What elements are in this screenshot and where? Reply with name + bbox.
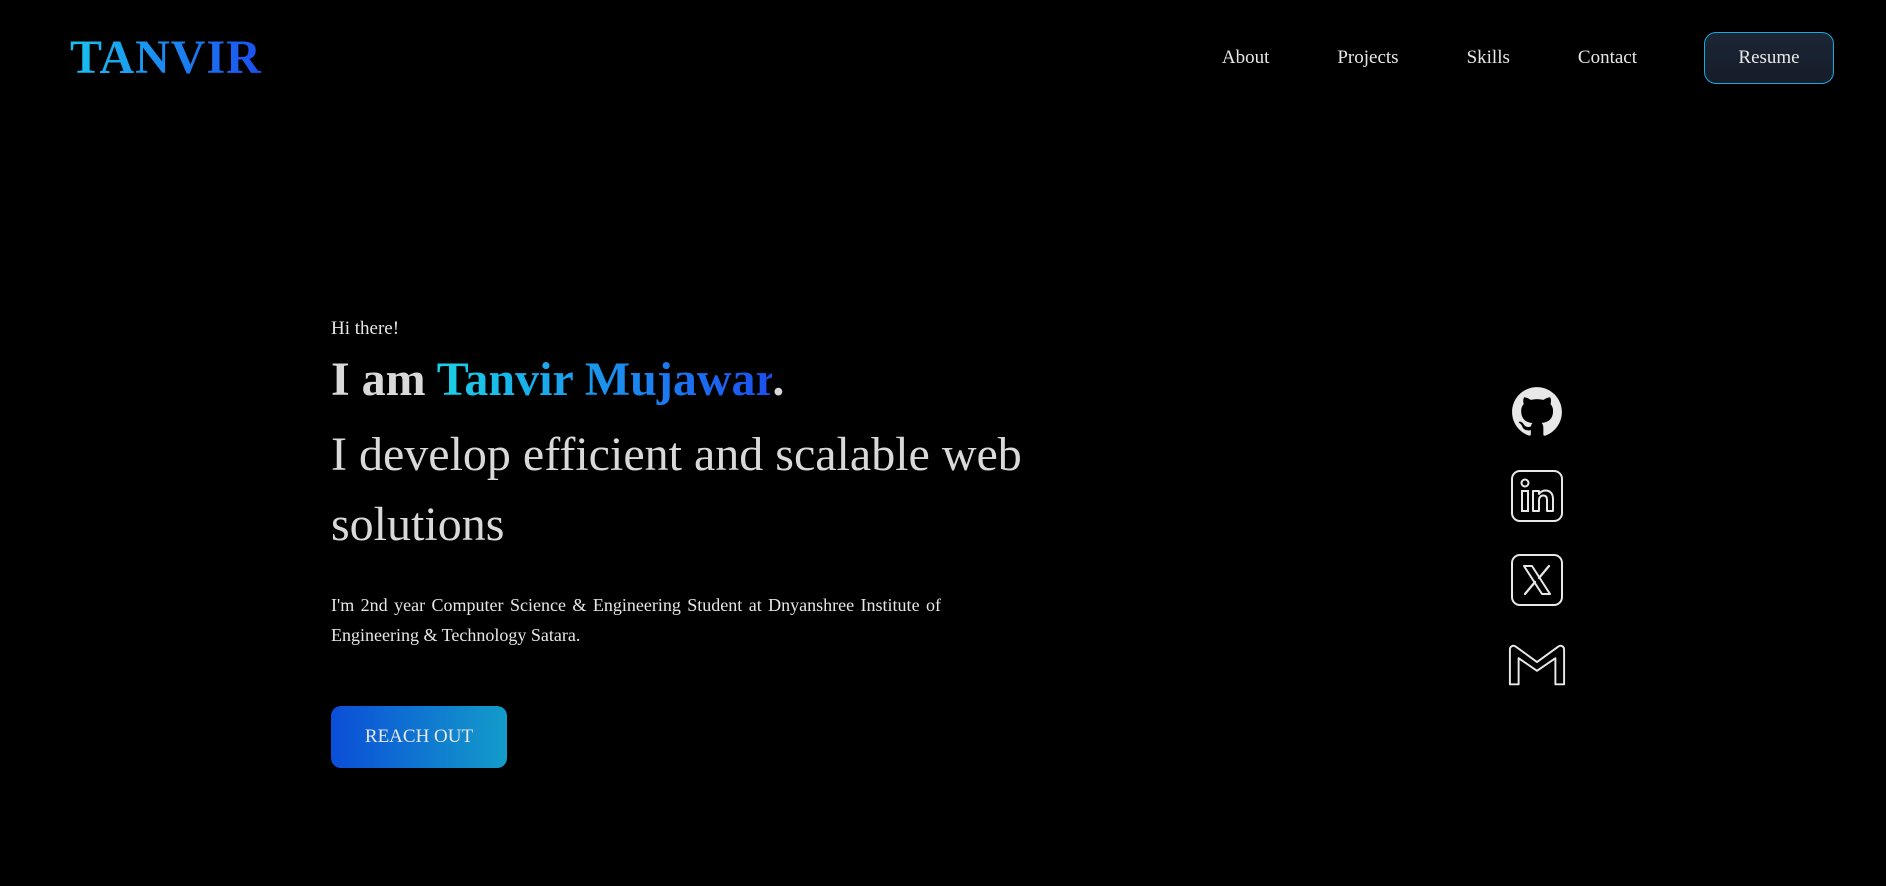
nav-skills[interactable]: Skills <box>1467 47 1510 69</box>
nav-projects[interactable]: Projects <box>1337 47 1398 69</box>
resume-button[interactable]: Resume <box>1704 32 1834 84</box>
gmail-link[interactable] <box>1507 634 1567 694</box>
linkedin-icon <box>1511 470 1563 522</box>
description: I'm 2nd year Computer Science & Engineer… <box>331 595 941 645</box>
hero-name: Tanvir Mujawar <box>436 353 773 406</box>
main-nav: About Projects Skills Contact Resume <box>1222 32 1834 84</box>
reach-out-button[interactable]: REACH OUT <box>331 706 507 768</box>
intro-prefix: I am <box>331 353 437 406</box>
tagline: I develop efficient and scalable web sol… <box>331 428 1022 551</box>
greeting: Hi there! <box>331 318 400 339</box>
portfolio-page: TANVIR About Projects Skills Contact Res… <box>0 0 1886 886</box>
gmail-icon <box>1508 644 1566 686</box>
linkedin-link[interactable] <box>1507 466 1567 526</box>
social-links <box>1507 382 1567 718</box>
intro-heading: I am Tanvir Mujawar. <box>331 352 1091 408</box>
intro-suffix: . <box>772 353 785 406</box>
github-link[interactable] <box>1507 382 1567 442</box>
github-icon <box>1512 387 1562 436</box>
logo[interactable]: TANVIR <box>70 28 262 88</box>
nav-contact[interactable]: Contact <box>1578 47 1637 69</box>
nav-about[interactable]: About <box>1222 47 1270 69</box>
hero-section: Hi there! I am Tanvir Mujawar. I develop… <box>331 316 1091 768</box>
x-icon <box>1511 554 1563 606</box>
x-link[interactable] <box>1507 550 1567 610</box>
